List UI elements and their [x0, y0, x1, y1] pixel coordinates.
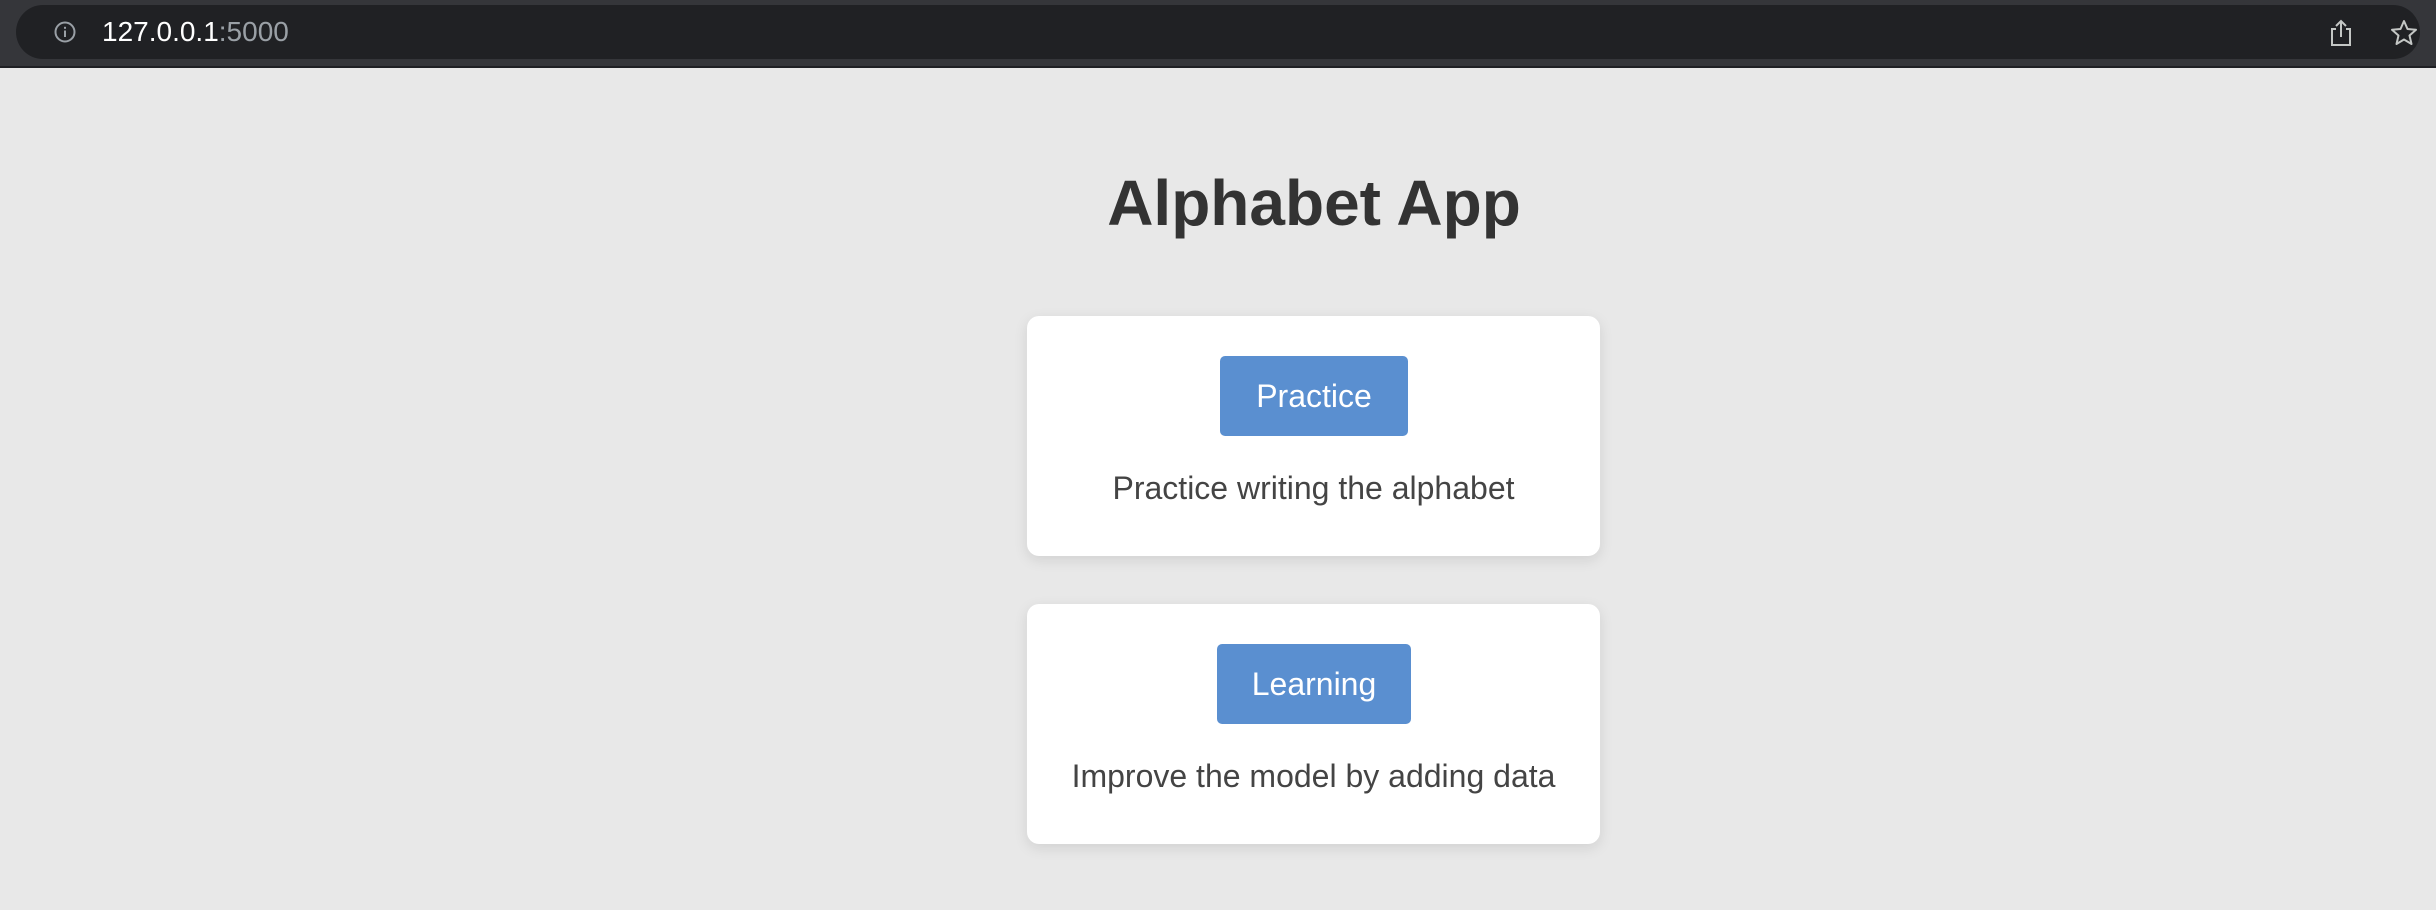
- url-text[interactable]: 127.0.0.1:5000: [102, 17, 289, 47]
- share-icon[interactable]: [2328, 18, 2354, 48]
- info-icon[interactable]: [54, 21, 76, 43]
- url-port: :5000: [218, 16, 289, 47]
- star-icon[interactable]: [2389, 18, 2419, 48]
- page-title: Alphabet App: [1107, 167, 1521, 239]
- practice-button[interactable]: Practice: [1220, 356, 1408, 436]
- url-host: 127.0.0.1: [102, 16, 219, 47]
- learning-card: Learning Improve the model by adding dat…: [1027, 604, 1600, 844]
- learning-button[interactable]: Learning: [1217, 644, 1411, 724]
- address-bar[interactable]: 127.0.0.1:5000: [16, 5, 2420, 59]
- browser-toolbar: 127.0.0.1:5000: [0, 0, 2436, 68]
- practice-card: Practice Practice writing the alphabet: [1027, 316, 1600, 556]
- learning-description: Improve the model by adding data: [1071, 758, 1556, 794]
- practice-description: Practice writing the alphabet: [1112, 470, 1515, 506]
